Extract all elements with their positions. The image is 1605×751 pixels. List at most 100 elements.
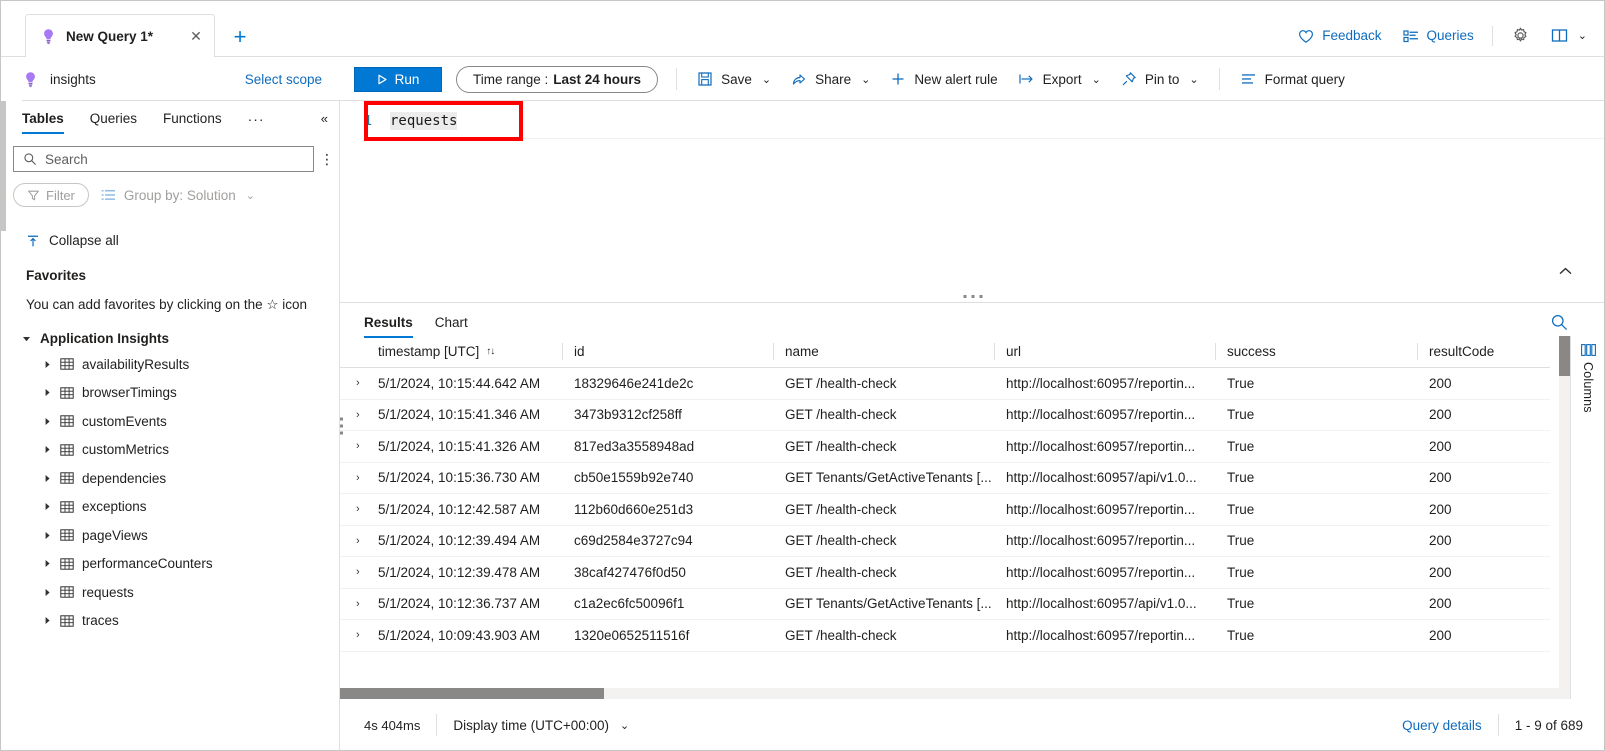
- pin-to-button[interactable]: Pin to ⌄: [1111, 63, 1209, 95]
- chevron-right-icon[interactable]: [44, 616, 60, 625]
- book-icon: [1550, 26, 1569, 45]
- chevron-down-icon[interactable]: ⌄: [762, 73, 771, 86]
- horizontal-scroll-thumb[interactable]: [340, 688, 604, 699]
- tab-results[interactable]: Results: [364, 315, 413, 338]
- chevron-down-icon[interactable]: ⌄: [1092, 73, 1101, 86]
- chevron-right-icon[interactable]: [44, 474, 60, 483]
- table-item-performanceCounters[interactable]: performanceCounters: [0, 550, 340, 579]
- table-row[interactable]: › 5/1/2024, 10:15:44.642 AM 18329646e241…: [340, 367, 1550, 400]
- row-expand-icon[interactable]: ›: [340, 493, 366, 526]
- cell-url: http://localhost:60957/reportin...: [994, 525, 1215, 557]
- settings-button[interactable]: [1501, 22, 1540, 49]
- chevron-right-icon[interactable]: [44, 388, 60, 397]
- chevron-right-icon[interactable]: [44, 559, 60, 568]
- table-item-browserTimings[interactable]: browserTimings: [0, 379, 340, 408]
- close-icon[interactable]: ✕: [186, 26, 206, 46]
- results-vertical-scrollbar[interactable]: [1559, 336, 1570, 699]
- splitter-grip[interactable]: [963, 295, 982, 298]
- queries-button[interactable]: Queries: [1392, 23, 1484, 49]
- row-expand-icon[interactable]: ›: [340, 430, 366, 463]
- sidebar-collapse-button[interactable]: «: [321, 111, 328, 126]
- chevron-down-icon[interactable]: ⌄: [861, 73, 870, 86]
- chevron-right-icon[interactable]: [44, 588, 60, 597]
- sidebar-tab-tables[interactable]: Tables: [22, 111, 64, 134]
- search-more-button[interactable]: ⋮: [314, 152, 340, 166]
- row-expand-icon[interactable]: ›: [340, 588, 366, 620]
- chevron-right-icon[interactable]: [44, 531, 60, 540]
- table-item-dependencies[interactable]: dependencies: [0, 464, 340, 493]
- editor-results-splitter[interactable]: [340, 267, 1605, 303]
- table-item-availabilityResults[interactable]: availabilityResults: [0, 350, 340, 379]
- table-row[interactable]: › 5/1/2024, 10:15:41.326 AM 817ed3a35589…: [340, 430, 1550, 463]
- table-item-customEvents[interactable]: customEvents: [0, 407, 340, 436]
- table-row[interactable]: › 5/1/2024, 10:09:43.903 AM 1320e0652511…: [340, 619, 1550, 652]
- row-expand-icon[interactable]: ›: [340, 462, 366, 494]
- table-item-pageViews[interactable]: pageViews: [0, 521, 340, 550]
- collapse-all-button[interactable]: Collapse all: [0, 207, 340, 248]
- query-details-link[interactable]: Query details: [1402, 718, 1482, 733]
- time-range-picker[interactable]: Time range : Last 24 hours: [456, 65, 659, 93]
- export-button[interactable]: Export ⌄: [1008, 63, 1111, 95]
- new-alert-rule-button[interactable]: New alert rule: [880, 63, 1007, 95]
- row-expand-icon[interactable]: ›: [340, 556, 366, 589]
- column-header-name[interactable]: name: [773, 336, 994, 368]
- row-expand-icon[interactable]: ›: [340, 525, 366, 557]
- columns-pane-tab[interactable]: Columns: [1570, 336, 1605, 699]
- column-header-id[interactable]: id: [562, 336, 773, 368]
- table-row[interactable]: › 5/1/2024, 10:15:36.730 AM cb50e1559b92…: [340, 462, 1550, 494]
- sidebar-resize-handle[interactable]: [340, 417, 343, 435]
- row-expand-icon[interactable]: ›: [340, 619, 366, 652]
- sidebar-tab-queries[interactable]: Queries: [90, 111, 137, 134]
- table-item-traces[interactable]: traces: [0, 607, 340, 636]
- feedback-button[interactable]: Feedback: [1287, 23, 1391, 49]
- list-icon: [101, 188, 116, 202]
- table-item-customMetrics[interactable]: customMetrics: [0, 436, 340, 465]
- table-item-requests[interactable]: requests: [0, 578, 340, 607]
- filter-button[interactable]: Filter: [13, 183, 89, 207]
- table-row[interactable]: › 5/1/2024, 10:12:42.587 AM 112b60d660e2…: [340, 493, 1550, 526]
- search-input[interactable]: Search: [13, 146, 314, 172]
- chevron-right-icon[interactable]: [44, 445, 60, 454]
- table-item-exceptions[interactable]: exceptions: [0, 493, 340, 522]
- row-expand-icon[interactable]: ›: [340, 367, 366, 400]
- help-pane-button[interactable]: ⌄: [1540, 22, 1597, 49]
- table-row[interactable]: › 5/1/2024, 10:15:41.346 AM 3473b9312cf2…: [340, 399, 1550, 431]
- chevron-down-icon[interactable]: ⌄: [1578, 29, 1587, 42]
- display-time-dropdown[interactable]: Display time (UTC+00:00) ⌄: [453, 718, 629, 733]
- table-row[interactable]: › 5/1/2024, 10:12:39.478 AM 38caf427476f…: [340, 556, 1550, 589]
- vertical-scroll-thumb[interactable]: [1559, 336, 1570, 376]
- collapse-editor-button[interactable]: [1558, 267, 1573, 277]
- chevron-right-icon[interactable]: [44, 417, 60, 426]
- chevron-right-icon[interactable]: [44, 360, 60, 369]
- group-by-dropdown[interactable]: Group by: Solution ⌄: [101, 188, 255, 203]
- add-query-tab-button[interactable]: +: [228, 25, 252, 49]
- tab-chart[interactable]: Chart: [435, 315, 468, 338]
- column-header-url[interactable]: url: [994, 336, 1215, 368]
- share-button[interactable]: Share ⌄: [781, 63, 880, 95]
- table-row[interactable]: › 5/1/2024, 10:12:39.494 AM c69d2584e372…: [340, 525, 1550, 557]
- sidebar-overflow-button[interactable]: ···: [248, 111, 265, 127]
- results-horizontal-scrollbar[interactable]: [340, 688, 1559, 699]
- table-row[interactable]: › 5/1/2024, 10:12:36.737 AM c1a2ec6fc500…: [340, 588, 1550, 620]
- query-tab-new-query-1[interactable]: New Query 1* ✕: [25, 14, 215, 57]
- tree-group-application-insights[interactable]: Application Insights: [0, 315, 340, 346]
- column-header-resultCode[interactable]: resultCode: [1417, 336, 1550, 368]
- chevron-down-icon[interactable]: ⌄: [246, 189, 255, 202]
- scope-selector[interactable]: insights Select scope: [0, 57, 340, 101]
- chevron-down-icon[interactable]: ⌄: [1189, 73, 1198, 86]
- chevron-down-icon[interactable]: ⌄: [620, 719, 629, 732]
- chevron-right-icon[interactable]: [44, 502, 60, 511]
- run-button[interactable]: Run: [354, 66, 442, 92]
- select-scope-link[interactable]: Select scope: [245, 72, 322, 87]
- column-header-success[interactable]: success: [1215, 336, 1417, 368]
- sort-icon[interactable]: ↑↓: [486, 346, 495, 357]
- format-query-button[interactable]: Format query: [1230, 63, 1355, 95]
- editor-query-text[interactable]: requests: [390, 112, 458, 130]
- results-search-button[interactable]: [1550, 313, 1569, 332]
- pin-to-label: Pin to: [1144, 71, 1180, 87]
- column-header-timestamp[interactable]: timestamp [UTC] ↑↓: [366, 336, 562, 368]
- sidebar-tab-functions[interactable]: Functions: [163, 111, 222, 134]
- row-expand-icon[interactable]: ›: [340, 399, 366, 431]
- save-button[interactable]: Save ⌄: [687, 63, 781, 95]
- query-editor[interactable]: 1 requests: [340, 101, 1605, 291]
